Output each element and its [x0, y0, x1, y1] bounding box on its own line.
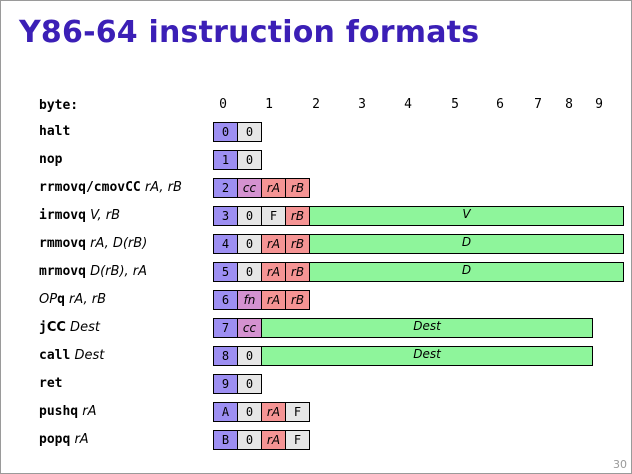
instruction-label-part: popq [39, 432, 71, 447]
instruction-label-part: rrmovq/cmovCC [39, 180, 141, 195]
byte-number-1: 1 [265, 97, 273, 112]
field-reg: rB [285, 262, 310, 282]
instruction-label-part: D(rB), rA [85, 264, 148, 279]
field-ifun0: 0 [237, 206, 262, 226]
instruction-label: rmmovq rA, D(rB) [39, 234, 147, 254]
byte-number-7: 7 [534, 97, 542, 112]
field-ifun0: 0 [237, 122, 262, 142]
field-regF: F [285, 430, 310, 450]
field-icode: 1 [213, 150, 238, 170]
instruction-label-part: ret [39, 376, 63, 391]
instruction-label: ret [39, 374, 62, 394]
field-constant: D [309, 234, 624, 254]
instruction-label-part: CC [46, 320, 66, 335]
instruction-label: OPq rA, rB [39, 290, 106, 310]
instruction-label: rrmovq/cmovCC rA, rB [39, 178, 182, 198]
field-ifun0: 0 [237, 234, 262, 254]
field-icode: 8 [213, 346, 238, 366]
instruction-label-part: Dest [65, 320, 100, 335]
field-constant: D [309, 262, 624, 282]
field-ifun0: 0 [237, 346, 262, 366]
field-icode: 3 [213, 206, 238, 226]
instruction-label-part: OP [39, 292, 58, 307]
instruction-label-part: pushq [39, 404, 79, 419]
field-ifun: cc [237, 178, 262, 198]
byte-number-3: 3 [358, 97, 366, 112]
field-regF: F [285, 402, 310, 422]
instruction-label-part: rA [78, 404, 97, 419]
field-ifun0: 0 [237, 262, 262, 282]
slide-title: Y86-64 instruction formats [19, 15, 480, 50]
byte-number-8: 8 [565, 97, 573, 112]
instruction-label: pushq rA [39, 402, 97, 422]
instruction-label-part: rA, rB [64, 292, 107, 307]
byte-number-4: 4 [404, 97, 412, 112]
field-icode: B [213, 430, 238, 450]
instruction-label-part: rA [70, 432, 89, 447]
field-reg: rA [261, 262, 286, 282]
byte-number-9: 9 [595, 97, 603, 112]
instruction-label-part: rA, rB [140, 180, 182, 195]
field-icode: A [213, 402, 238, 422]
byte-number-0: 0 [219, 97, 227, 112]
instruction-label: irmovq V, rB [39, 206, 120, 226]
instruction-label-part: q [57, 292, 65, 307]
field-ifun0: 0 [237, 402, 262, 422]
page-number: 30 [613, 458, 627, 471]
instruction-label-part: halt [39, 124, 71, 139]
instruction-label: popq rA [39, 430, 89, 450]
instruction-label-part: nop [39, 152, 63, 167]
field-constant: Dest [261, 318, 593, 338]
field-reg: rA [261, 290, 286, 310]
field-icode: 6 [213, 290, 238, 310]
field-icode: 7 [213, 318, 238, 338]
field-ifun: fn [237, 290, 262, 310]
instruction-label-part: j [39, 320, 47, 335]
instruction-label: halt [39, 122, 70, 142]
field-icode: 0 [213, 122, 238, 142]
instruction-label: jCC Dest [39, 318, 100, 338]
field-reg: rA [261, 430, 286, 450]
field-reg: rA [261, 234, 286, 254]
field-constant: Dest [261, 346, 593, 366]
instruction-label: mrmovq D(rB), rA [39, 262, 147, 282]
instruction-label-part: Dest [70, 348, 105, 363]
field-regF: F [261, 206, 286, 226]
instruction-label: call Dest [39, 346, 104, 366]
field-ifun0: 0 [237, 150, 262, 170]
field-reg: rA [261, 178, 286, 198]
instruction-label-part: rmmovq [39, 236, 86, 251]
instruction-label-part: mrmovq [39, 264, 86, 279]
field-icode: 2 [213, 178, 238, 198]
field-constant: V [309, 206, 624, 226]
byte-number-6: 6 [496, 97, 504, 112]
byte-number-5: 5 [451, 97, 459, 112]
field-reg: rB [285, 290, 310, 310]
field-ifun0: 0 [237, 430, 262, 450]
field-reg: rB [285, 234, 310, 254]
instruction-label-part: V, rB [85, 208, 121, 223]
field-ifun: cc [237, 318, 262, 338]
slide: Y86-64 instruction formats byte: 0123456… [0, 0, 632, 474]
field-reg: rB [285, 206, 310, 226]
field-ifun0: 0 [237, 374, 262, 394]
byte-header-label: byte: [39, 98, 79, 113]
instruction-label: nop [39, 150, 62, 170]
instruction-label-part: rA, D(rB) [85, 236, 148, 251]
field-icode: 5 [213, 262, 238, 282]
field-reg: rB [285, 178, 310, 198]
instruction-label-part: irmovq [39, 208, 86, 223]
field-icode: 9 [213, 374, 238, 394]
byte-number-2: 2 [312, 97, 320, 112]
instruction-label-part: call [39, 348, 71, 363]
field-reg: rA [261, 402, 286, 422]
field-icode: 4 [213, 234, 238, 254]
